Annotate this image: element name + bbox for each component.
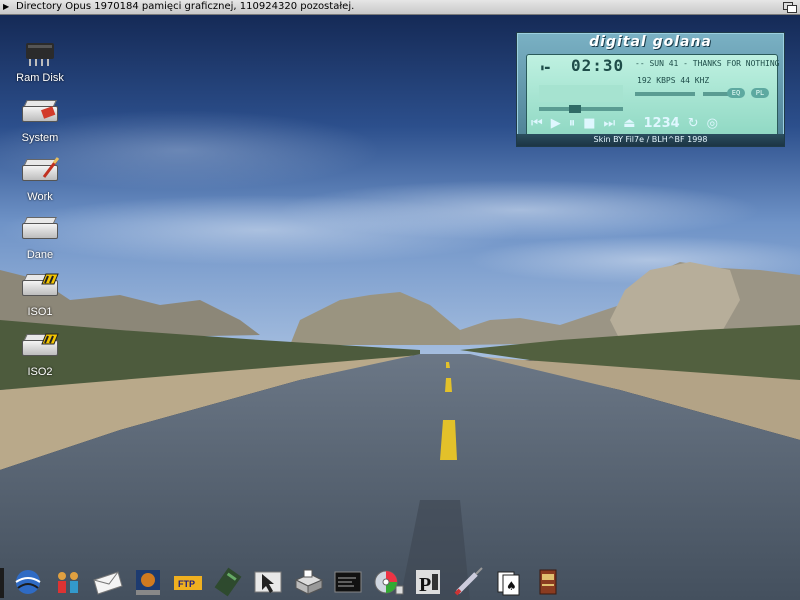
paint-icon[interactable]: P bbox=[412, 566, 444, 598]
skin-credit: Skin BY Fil7e / BLH^BF 1998 bbox=[517, 134, 784, 146]
depth-gadget-icon[interactable] bbox=[783, 2, 797, 13]
desktop-icon-iso2[interactable]: ISO2 bbox=[8, 332, 72, 378]
mail-icon[interactable] bbox=[92, 566, 124, 598]
repeat-icon[interactable]: ↻ bbox=[688, 116, 699, 131]
hard-drive-icon bbox=[20, 215, 60, 243]
svg-text:♠: ♠ bbox=[506, 579, 517, 593]
previous-icon[interactable]: ⏮ bbox=[531, 116, 543, 131]
desktop-icon-label: Work bbox=[27, 191, 53, 203]
volume-slider[interactable] bbox=[635, 92, 695, 96]
browser-icon[interactable] bbox=[132, 566, 164, 598]
transport-controls: ⏮ ▶ ⏸ ■ ⏭ ⏏ 1234 ↻ ◎ bbox=[531, 115, 775, 131]
player-logo: digital golana bbox=[589, 34, 712, 50]
desktop-icon-label: System bbox=[21, 132, 59, 144]
play-state-indicator: ▮▬ bbox=[540, 63, 550, 72]
shuffle-icon[interactable]: ◎ bbox=[707, 116, 718, 131]
visualizer[interactable] bbox=[539, 85, 623, 102]
bitrate-info: 192 KBPS 44 KHZ bbox=[637, 76, 710, 85]
song-title: -- SUN 41 - THANKS FOR NOTHING bbox=[635, 59, 780, 68]
chip-icon[interactable] bbox=[212, 566, 244, 598]
book-icon[interactable] bbox=[532, 566, 564, 598]
hard-drive-icon bbox=[20, 98, 60, 126]
cards-icon[interactable]: ♠ bbox=[492, 566, 524, 598]
next-icon[interactable]: ⏭ bbox=[604, 116, 616, 131]
desktop-icon-work[interactable]: Work bbox=[8, 157, 72, 203]
cd-drive-icon bbox=[20, 272, 60, 300]
cd-player-icon[interactable] bbox=[372, 566, 404, 598]
syringe-icon[interactable] bbox=[452, 566, 484, 598]
desktop-icon-label: Ram Disk bbox=[16, 72, 64, 84]
globe-icon[interactable] bbox=[12, 566, 44, 598]
eq-button[interactable]: EQ bbox=[727, 88, 745, 98]
cursor-icon[interactable] bbox=[252, 566, 284, 598]
desktop-icon-label: Dane bbox=[26, 249, 54, 261]
dock-bar: FTP P ♠ bbox=[0, 564, 800, 600]
player-time: 02:30 bbox=[571, 56, 625, 75]
ram-chip-icon bbox=[20, 38, 60, 66]
playlist-button[interactable]: PL bbox=[751, 88, 769, 98]
svg-text:FTP: FTP bbox=[178, 579, 195, 589]
ftp-icon[interactable]: FTP bbox=[172, 566, 204, 598]
seek-knob[interactable] bbox=[569, 105, 581, 113]
desktop-icon-ram-disk[interactable]: Ram Disk bbox=[8, 38, 72, 84]
window-title: Directory Opus 1970184 pamięci graficzne… bbox=[16, 1, 355, 12]
desktop-icon-dane[interactable]: Dane bbox=[8, 215, 72, 261]
desktop-icon-label: ISO2 bbox=[27, 366, 53, 378]
window-title-bar[interactable]: ▶ Directory Opus 1970184 pamięci graficz… bbox=[0, 0, 800, 15]
people-icon[interactable] bbox=[52, 566, 84, 598]
cd-drive-icon bbox=[20, 332, 60, 360]
menu-arrow-icon[interactable]: ▶ bbox=[3, 0, 9, 14]
printer-icon[interactable] bbox=[292, 566, 324, 598]
terminal-icon[interactable] bbox=[332, 566, 364, 598]
svg-text:P: P bbox=[419, 574, 431, 596]
track-number: 1234 bbox=[643, 115, 680, 131]
desktop-icon-iso1[interactable]: ISO1 bbox=[8, 272, 72, 318]
hard-drive-icon bbox=[20, 157, 60, 185]
play-icon[interactable]: ▶ bbox=[551, 116, 561, 131]
seek-bar[interactable] bbox=[539, 105, 623, 113]
pause-icon[interactable]: ⏸ bbox=[569, 116, 576, 131]
desktop-icon-system[interactable]: System bbox=[8, 98, 72, 144]
dock-edge bbox=[0, 568, 4, 598]
stop-icon[interactable]: ■ bbox=[583, 116, 595, 131]
desktop-icon-label: ISO1 bbox=[27, 306, 53, 318]
eject-icon[interactable]: ⏏ bbox=[623, 116, 635, 131]
media-player-window[interactable]: digital golana ▮▬ 02:30 -- SUN 41 - THAN… bbox=[516, 32, 785, 147]
